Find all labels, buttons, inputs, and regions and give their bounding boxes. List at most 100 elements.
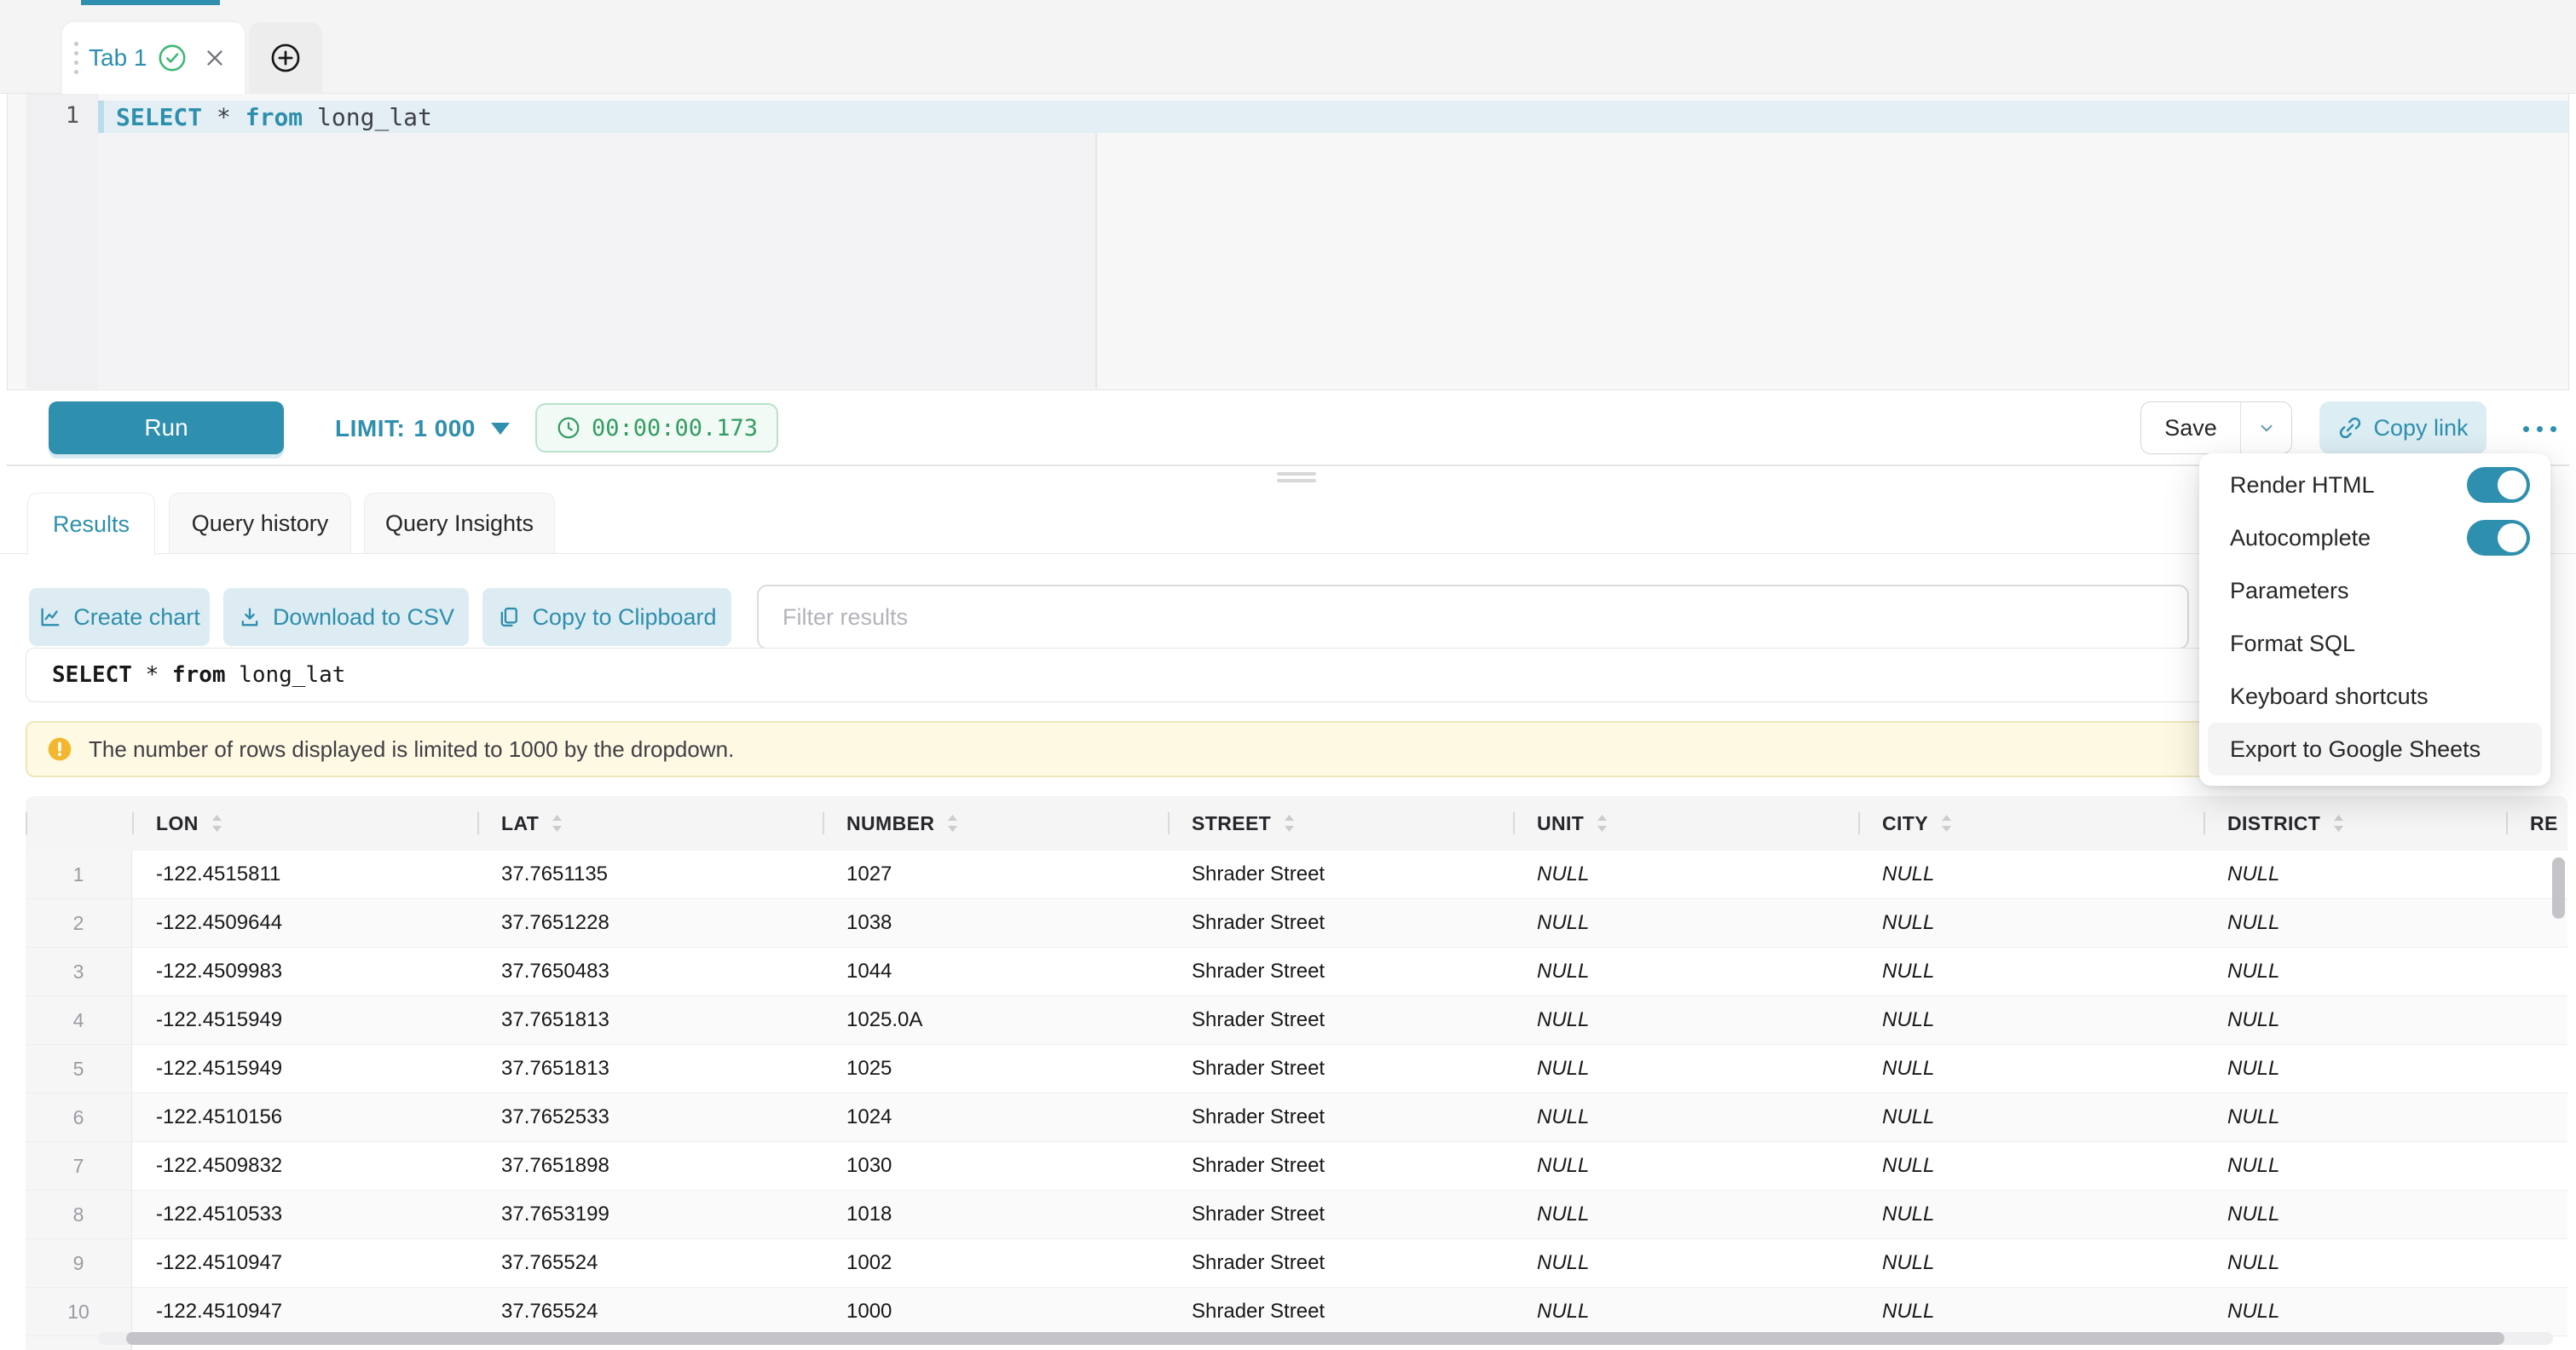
table-cell[interactable]: NULL <box>1858 1142 2203 1190</box>
column-header-unit[interactable]: UNIT <box>1513 796 1858 851</box>
table-cell[interactable]: 37.765524 <box>477 1288 823 1336</box>
table-cell[interactable]: Shrader Street <box>1168 996 1513 1044</box>
copy-clipboard-button[interactable]: Copy to Clipboard <box>482 588 731 646</box>
table-cell[interactable]: Shrader Street <box>1168 1142 1513 1190</box>
table-cell[interactable]: 37.7651898 <box>477 1142 823 1190</box>
table-cell[interactable]: NULL <box>1513 851 1858 898</box>
table-cell[interactable]: NULL <box>1513 996 1858 1044</box>
table-cell[interactable]: 1038 <box>823 899 1168 947</box>
download-csv-button[interactable]: Download to CSV <box>223 588 469 646</box>
table-cell[interactable]: 37.7650483 <box>477 948 823 995</box>
toggle-render-html[interactable] <box>2467 467 2530 503</box>
table-cell[interactable]: NULL <box>2203 1191 2506 1238</box>
table-cell[interactable]: NULL <box>1513 899 1858 947</box>
table-cell[interactable]: NULL <box>1858 948 2203 995</box>
table-cell[interactable]: -122.4510947 <box>132 1239 477 1287</box>
more-options-button[interactable] <box>2516 416 2562 441</box>
editor-text-area[interactable] <box>98 133 1095 389</box>
row-number[interactable]: 6 <box>26 1093 132 1141</box>
table-cell[interactable]: 37.7652533 <box>477 1093 823 1141</box>
table-cell[interactable]: 1025 <box>823 1045 1168 1093</box>
tab-drag-handle-icon[interactable] <box>74 42 78 74</box>
table-cell[interactable]: 37.7653199 <box>477 1191 823 1238</box>
tab-1[interactable]: Tab 1 <box>62 22 245 94</box>
table-cell[interactable]: NULL <box>1858 1045 2203 1093</box>
table-cell[interactable]: NULL <box>1858 1239 2203 1287</box>
horizontal-scrollbar-thumb[interactable] <box>126 1332 2504 1345</box>
row-number[interactable]: 10 <box>26 1288 132 1336</box>
table-cell[interactable]: -122.4515811 <box>132 851 477 898</box>
table-cell[interactable]: NULL <box>2203 899 2506 947</box>
table-cell[interactable]: -122.4510156 <box>132 1093 477 1141</box>
table-cell[interactable]: NULL <box>1858 996 2203 1044</box>
table-cell[interactable]: 37.7651228 <box>477 899 823 947</box>
column-header-city[interactable]: CITY <box>1858 796 2203 851</box>
row-number[interactable]: 2 <box>26 899 132 947</box>
table-cell[interactable]: Shrader Street <box>1168 948 1513 995</box>
panel-resize-handle[interactable] <box>1277 472 1316 482</box>
column-header-re[interactable]: RE <box>2506 796 2567 851</box>
column-header-street[interactable]: STREET <box>1168 796 1513 851</box>
row-number[interactable]: 7 <box>26 1142 132 1190</box>
table-cell[interactable]: -122.4510947 <box>132 1288 477 1336</box>
menu-item-export-to-google-sheets[interactable]: Export to Google Sheets <box>2208 723 2542 776</box>
table-cell[interactable]: 1044 <box>823 948 1168 995</box>
table-cell[interactable]: NULL <box>2203 1142 2506 1190</box>
table-cell[interactable]: NULL <box>2203 851 2506 898</box>
filter-results-input[interactable] <box>757 585 2189 649</box>
column-header-district[interactable]: DISTRICT <box>2203 796 2506 851</box>
toggle-autocomplete[interactable] <box>2467 520 2530 556</box>
table-cell[interactable]: NULL <box>2203 1045 2506 1093</box>
column-header-lon[interactable]: LON <box>132 796 477 851</box>
table-cell[interactable]: -122.4509832 <box>132 1142 477 1190</box>
table-cell[interactable]: NULL <box>2203 1288 2506 1336</box>
table-cell[interactable]: Shrader Street <box>1168 1239 1513 1287</box>
table-cell[interactable]: Shrader Street <box>1168 1191 1513 1238</box>
editor-active-line[interactable]: SELECT * from long_lat <box>98 101 2568 133</box>
close-tab-icon[interactable] <box>202 45 228 71</box>
menu-item-keyboard-shortcuts[interactable]: Keyboard shortcuts <box>2199 670 2550 723</box>
table-cell[interactable]: 37.765524 <box>477 1239 823 1287</box>
column-header-number[interactable]: NUMBER <box>823 796 1168 851</box>
row-number[interactable]: 5 <box>26 1045 132 1093</box>
table-cell[interactable]: 1000 <box>823 1288 1168 1336</box>
table-cell[interactable]: -122.4509644 <box>132 899 477 947</box>
menu-item-format-sql[interactable]: Format SQL <box>2199 617 2550 670</box>
table-cell[interactable]: NULL <box>2203 948 2506 995</box>
row-number[interactable]: 1 <box>26 851 132 898</box>
table-cell[interactable]: 1030 <box>823 1142 1168 1190</box>
table-cell[interactable]: Shrader Street <box>1168 1045 1513 1093</box>
table-cell[interactable]: -122.4510533 <box>132 1191 477 1238</box>
row-number[interactable]: 9 <box>26 1239 132 1287</box>
table-cell[interactable]: 1002 <box>823 1239 1168 1287</box>
table-cell[interactable]: NULL <box>1513 1191 1858 1238</box>
row-number[interactable]: 8 <box>26 1191 132 1238</box>
table-cell[interactable]: Shrader Street <box>1168 1093 1513 1141</box>
table-cell[interactable]: NULL <box>2203 996 2506 1044</box>
table-cell[interactable]: 1025.0A <box>823 996 1168 1044</box>
table-cell[interactable]: 1027 <box>823 851 1168 898</box>
table-cell[interactable]: Shrader Street <box>1168 851 1513 898</box>
table-cell[interactable]: NULL <box>1513 1239 1858 1287</box>
menu-item-parameters[interactable]: Parameters <box>2199 564 2550 617</box>
table-cell[interactable]: NULL <box>1858 1191 2203 1238</box>
run-button[interactable]: Run <box>49 401 284 454</box>
table-cell[interactable]: -122.4515949 <box>132 996 477 1044</box>
table-cell[interactable]: NULL <box>1858 1093 2203 1141</box>
table-cell[interactable]: NULL <box>1513 1045 1858 1093</box>
table-cell[interactable]: 1018 <box>823 1191 1168 1238</box>
column-header-lat[interactable]: LAT <box>477 796 823 851</box>
new-tab-button[interactable] <box>249 22 322 94</box>
table-cell[interactable]: -122.4515949 <box>132 1045 477 1093</box>
row-number[interactable]: 4 <box>26 996 132 1044</box>
table-cell[interactable]: NULL <box>1858 899 2203 947</box>
table-cell[interactable]: NULL <box>2203 1239 2506 1287</box>
table-cell[interactable]: 37.7651813 <box>477 1045 823 1093</box>
tab-query-history[interactable]: Query history <box>169 493 351 554</box>
copy-link-button[interactable]: Copy link <box>2319 401 2486 454</box>
row-number[interactable]: 3 <box>26 948 132 995</box>
table-cell[interactable]: NULL <box>2203 1093 2506 1141</box>
table-cell[interactable]: NULL <box>1858 851 2203 898</box>
vertical-scrollbar-thumb[interactable] <box>2552 857 2565 919</box>
table-cell[interactable]: NULL <box>1513 1093 1858 1141</box>
